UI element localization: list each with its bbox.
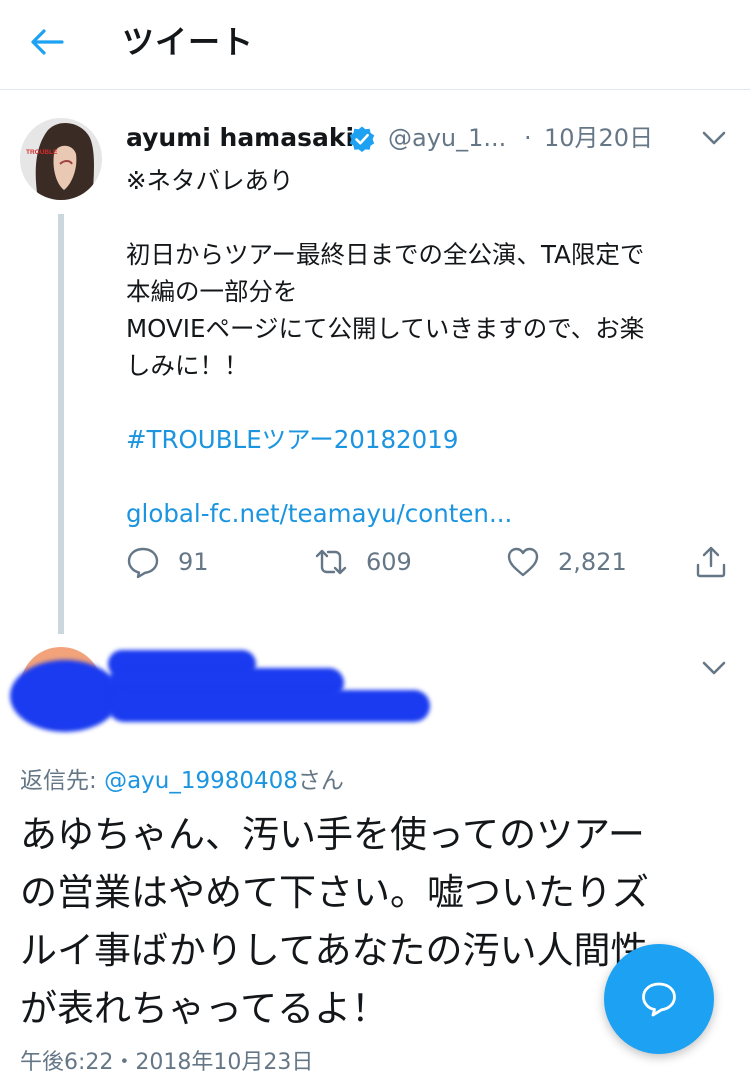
- reply-context-label: 返信先:: [20, 768, 105, 794]
- separator-dot: ·: [524, 124, 532, 152]
- retweet-icon: [315, 549, 347, 575]
- tweet-text-line: 初日からツアー最終日までの全公演、TA限定で: [126, 240, 645, 269]
- thread-connector-line: [58, 214, 64, 634]
- url-link[interactable]: global-fc.net/teamayu/conten...: [126, 495, 726, 532]
- tweet-text-line: ※ネタバレあり: [126, 166, 294, 195]
- tweet-text-line: しみに！！: [126, 351, 249, 380]
- reply-timestamp: 午後6:22・2018年10月23日: [20, 1050, 314, 1075]
- reply-context: 返信先: @ayu_19980408さん: [20, 764, 344, 798]
- display-name[interactable]: ayumi hamasaki: [126, 122, 354, 154]
- tweet-date[interactable]: 10月20日: [544, 122, 653, 154]
- avatar-logo-text: TROUBLE: [26, 149, 58, 156]
- reply-button[interactable]: 91: [126, 540, 209, 584]
- tweet-text-line: MOVIEページにて公開していきますので、お楽: [126, 314, 645, 343]
- heart-icon: [507, 547, 539, 577]
- reply-count: 91: [178, 548, 209, 576]
- avatar-image: TROUBLE: [20, 118, 102, 200]
- parent-tweet-menu-button[interactable]: [696, 120, 732, 156]
- top-bar: ツイート: [0, 0, 750, 90]
- like-button[interactable]: 2,821: [506, 540, 627, 584]
- reply-text-line: あゆちゃん、汚い手を使ってのツアー: [20, 813, 645, 856]
- back-button[interactable]: [22, 20, 74, 64]
- verified-badge-icon: [349, 126, 375, 152]
- chevron-down-icon: [702, 131, 726, 145]
- retweet-button[interactable]: 609: [314, 540, 412, 584]
- reply-context-suffix: さん: [297, 768, 344, 794]
- page-title: ツイート: [122, 23, 255, 61]
- parent-tweet-text: ※ネタバレあり 初日からツアー最終日までの全公演、TA限定で 本編の一部分を M…: [126, 162, 726, 532]
- compose-reply-icon: [642, 982, 676, 1017]
- arrow-left-icon: [31, 29, 64, 55]
- compose-reply-button[interactable]: [604, 944, 714, 1054]
- share-icon: [696, 546, 726, 578]
- reply-icon: [127, 547, 159, 579]
- parent-tweet-header: ayumi hamasaki @ayu_1... · 10月20日: [126, 118, 726, 158]
- redaction-mark: [10, 660, 120, 732]
- chevron-down-icon: [702, 661, 726, 675]
- reply-mention-link[interactable]: @ayu_19980408: [104, 768, 298, 794]
- reply-menu-button[interactable]: [696, 650, 732, 686]
- retweet-count: 609: [366, 548, 412, 576]
- tweet-action-bar: 91 609 2,821: [126, 540, 736, 584]
- share-button[interactable]: [694, 540, 728, 584]
- hashtag-link[interactable]: #TROUBLEツアー20182019: [126, 421, 726, 458]
- like-count: 2,821: [558, 548, 627, 576]
- tweet-text-line: 本編の一部分を: [126, 277, 298, 306]
- user-handle[interactable]: @ayu_1...: [388, 122, 506, 154]
- parent-tweet-avatar[interactable]: TROUBLE: [20, 118, 102, 200]
- reply-text-line: の営業はやめて下さい。嘘ついたりズ: [20, 871, 649, 914]
- redaction-mark: [108, 690, 430, 722]
